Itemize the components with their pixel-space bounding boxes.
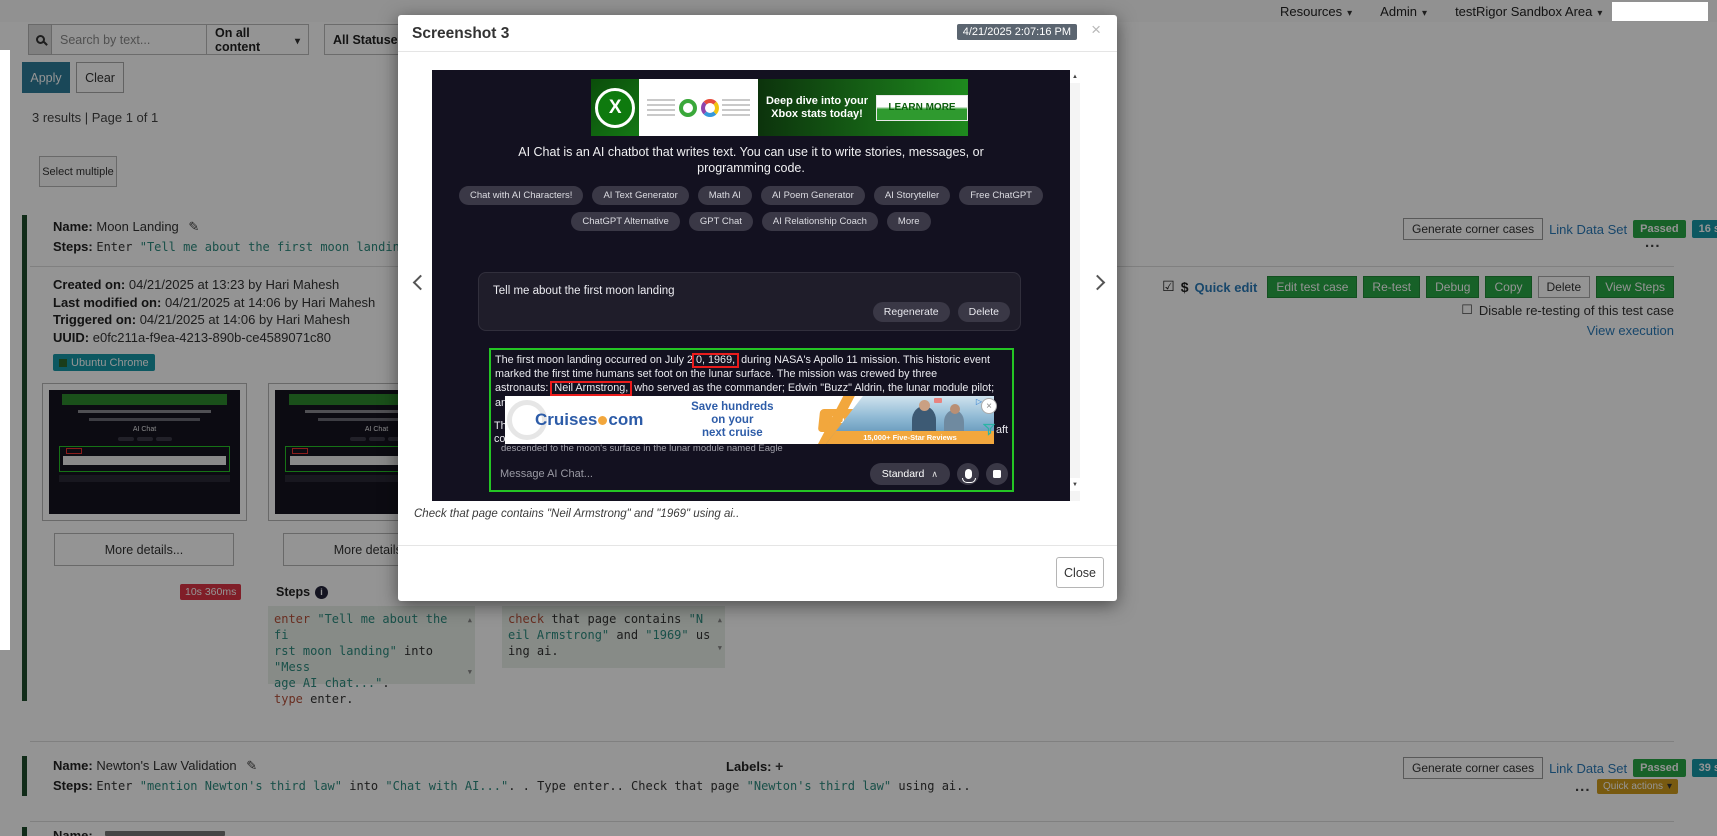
- step-caption: Check that page contains "Neil Armstrong…: [414, 508, 739, 520]
- delete-message-button[interactable]: Delete: [958, 302, 1010, 322]
- red-highlight-neil-armstrong: Neil Armstrong,: [550, 381, 632, 396]
- previous-screenshot-button[interactable]: [415, 277, 426, 288]
- stop-icon: [993, 470, 1001, 478]
- regenerate-button[interactable]: Regenerate: [873, 302, 950, 322]
- scroll-down-button[interactable]: ▼: [1070, 478, 1080, 491]
- ad-reviews-strip: 15,000+ Five-Star Reviews: [826, 431, 994, 444]
- message-input[interactable]: Message AI Chat...: [500, 468, 870, 480]
- chip-list: Chat with AI Characters! AI Text Generat…: [432, 186, 1070, 231]
- user-message-text: Tell me about the first moon landing: [493, 285, 675, 297]
- stop-button[interactable]: [986, 463, 1008, 485]
- chevron-up-icon: [931, 468, 938, 480]
- microphone-button[interactable]: [957, 463, 979, 485]
- close-button[interactable]: Close: [1056, 557, 1104, 588]
- person-head-shape: [919, 400, 930, 411]
- app-root: Resources Admin testRigor Sandbox Area O…: [0, 0, 1717, 836]
- chat-input-bar: Message AI Chat... Standard: [495, 460, 1008, 487]
- chevron-left-icon: [413, 275, 429, 291]
- divider: [398, 545, 1117, 546]
- xbox-logo-panel: X: [591, 79, 639, 136]
- chip-storyteller[interactable]: AI Storyteller: [874, 186, 950, 205]
- ad-close-icon[interactable]: ×: [981, 398, 997, 414]
- model-selector[interactable]: Standard: [870, 463, 950, 485]
- cruises-ad[interactable]: Cruisescom Save hundreds on your next cr…: [505, 396, 994, 444]
- topbar-white-panel: [1612, 2, 1708, 21]
- response-fragment: aft: [996, 424, 1008, 436]
- left-scrollbar[interactable]: [0, 50, 10, 650]
- person-head-shape: [950, 404, 960, 414]
- response-partial-line: descended to the moon's surface in the l…: [501, 443, 979, 454]
- logo-dot-icon: [598, 416, 607, 425]
- chip-poem-generator[interactable]: AI Poem Generator: [761, 186, 865, 205]
- donut-chart-icon: [701, 99, 719, 117]
- user-message-card: Tell me about the first moon landing Reg…: [478, 272, 1021, 331]
- chip-gpt-chat[interactable]: GPT Chat: [689, 212, 753, 231]
- screenshot-scrollbar[interactable]: ▲ ▼: [1070, 70, 1080, 501]
- chip-chatgpt-alternative[interactable]: ChatGPT Alternative: [571, 212, 679, 231]
- chevron-right-icon: [1090, 275, 1106, 291]
- chip-free-chatgpt[interactable]: Free ChatGPT: [959, 186, 1043, 205]
- screenshot-modal: Screenshot 3 4/21/2025 2:07:16 PM X Deep…: [398, 15, 1117, 601]
- learn-more-button[interactable]: LEARN MORE: [876, 95, 968, 121]
- red-highlight-1969: 0, 1969,: [692, 353, 739, 368]
- chip-more[interactable]: More: [887, 212, 931, 231]
- modal-title: Screenshot 3: [412, 25, 509, 43]
- scroll-up-button[interactable]: ▲: [1070, 70, 1080, 83]
- ai-validation-highlight: The first moon landing occurred on July …: [489, 348, 1014, 492]
- cruises-logo: Cruisescom: [535, 410, 643, 430]
- next-screenshot-button[interactable]: [1092, 277, 1103, 288]
- chip-math-ai[interactable]: Math AI: [698, 186, 752, 205]
- xbox-logo-icon: X: [595, 88, 635, 128]
- chip-ai-characters[interactable]: Chat with AI Characters!: [459, 186, 583, 205]
- microphone-icon: [965, 469, 972, 479]
- ad-headline: Save hundreds on your next cruise: [677, 401, 787, 440]
- close-icon[interactable]: [1091, 20, 1101, 40]
- xbox-ad-banner[interactable]: X Deep dive into your Xbox stats today! …: [591, 79, 968, 136]
- chip-relationship-coach[interactable]: AI Relationship Coach: [762, 212, 878, 231]
- ad-photo: ▷ 15,000+ Five-Star Reviews: [826, 396, 994, 444]
- banner-headline: Deep dive into your Xbox stats today!: [758, 95, 876, 121]
- phone-shape: [934, 398, 942, 403]
- model-name: Standard: [882, 468, 925, 480]
- divider: [398, 51, 1117, 52]
- screenshot-image: X Deep dive into your Xbox stats today! …: [432, 70, 1080, 501]
- donut-chart-icon: [679, 99, 697, 117]
- adchoices-funnel-icon[interactable]: [983, 423, 996, 441]
- ai-chat-description: AI Chat is an AI chatbot that writes tex…: [432, 144, 1070, 176]
- chip-text-generator[interactable]: AI Text Generator: [592, 186, 688, 205]
- xbox-stats-preview: [639, 79, 758, 136]
- timestamp-badge: 4/21/2025 2:07:16 PM: [957, 24, 1077, 40]
